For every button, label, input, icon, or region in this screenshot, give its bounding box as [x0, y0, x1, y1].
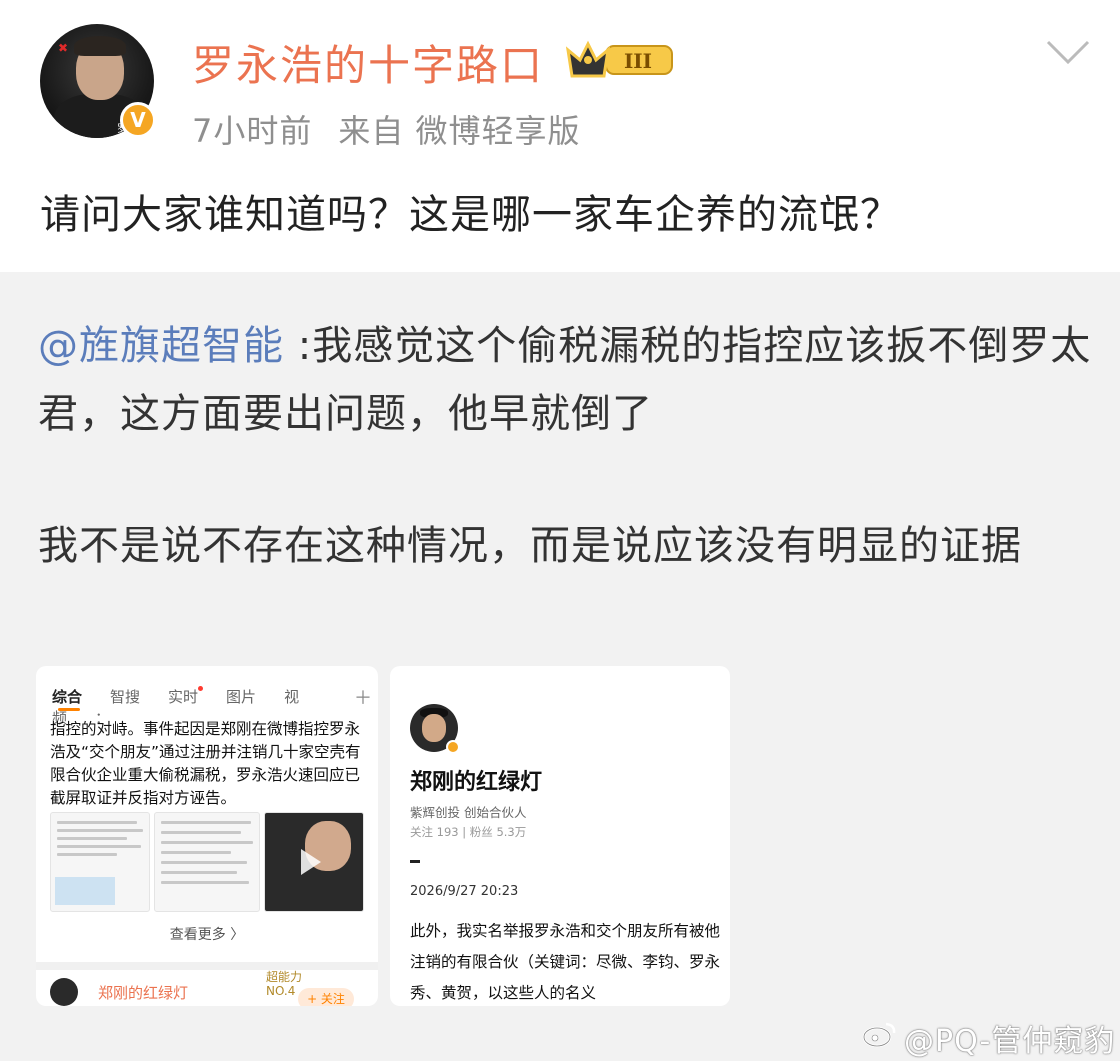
verified-badge-icon: V — [120, 102, 156, 138]
repost-section[interactable]: @旌旗超智能 :我感觉这个偷税漏税的指控应该扳不倒罗太君，这方面要出问题，他早就… — [0, 276, 1120, 1061]
tab-realtime: 实时 — [168, 688, 199, 706]
play-icon — [301, 849, 321, 875]
image-thumbnail-2[interactable]: 郑刚的红绿灯 紫辉创投 创始合伙人 关注 193 | 粉丝 5.3万 2026/… — [390, 666, 730, 1006]
post-text: 请问大家谁知道吗？这是哪一家车企养的流氓？ — [40, 192, 901, 238]
member-crown-badge-icon[interactable]: III — [566, 38, 678, 80]
post-date: 2026/9/27 20:23 — [410, 884, 519, 899]
weibo-post-card: ✖ 罗永浩的十字路口 V 罗永浩的十字路口 III 7小时前来自 微博轻享版 请… — [0, 0, 1120, 272]
bottom-author-name: 郑刚的红绿灯 — [98, 984, 189, 1002]
author-name[interactable]: 罗永浩的十字路口 — [192, 32, 544, 93]
tab-underline — [58, 708, 80, 711]
follow-button: + 关注 — [298, 988, 354, 1006]
profile-description: 紫辉创投 创始合伙人 — [410, 805, 527, 820]
post-source[interactable]: 来自 微博轻享版 — [338, 112, 580, 150]
mini-screenshot-1 — [50, 812, 150, 912]
post-time: 7小时前 — [192, 112, 313, 150]
chevron-down-icon[interactable] — [1046, 40, 1090, 64]
avatar-logo-icon: ✖ — [58, 41, 69, 55]
thumb1-text: 指控的对峙。事件起因是郑刚在微博指控罗永浩及“交个朋友”通过注册并注销几十家空壳… — [50, 720, 361, 807]
weibo-logo-icon — [862, 1022, 896, 1048]
watermark: @PQ-管仲窥豹 — [904, 1024, 1116, 1059]
plus-icon: ＋ — [354, 688, 372, 709]
verified-badge-icon — [446, 740, 460, 754]
repost-text: @旌旗超智能 :我感觉这个偷税漏税的指控应该扳不倒罗太君，这方面要出问题，他早就… — [38, 312, 1098, 448]
tab-images: 图片 — [226, 688, 257, 706]
repost-paragraph-2: 我不是说不存在这种情况，而是说应该没有明显的证据 — [38, 523, 1022, 569]
video-thumbnail — [264, 812, 364, 912]
post-meta: 7小时前 来自 微博轻享版 — [192, 106, 607, 152]
tab-comprehensive: 综合 — [52, 688, 83, 706]
bottom-avatar — [50, 978, 78, 1006]
dash-divider — [410, 860, 420, 863]
profile-stats: 关注 193 | 粉丝 5.3万 — [410, 825, 527, 839]
image-thumbnail-1[interactable]: 综合 智搜 实时 图片 视频： ＋ 指控的对峙。事件起因是郑刚在微博指控罗永浩及“交个朋… — [36, 666, 378, 1006]
avatar-hair — [74, 36, 126, 56]
level-text: III — [624, 49, 652, 73]
divider — [36, 962, 378, 970]
bottom-badge: 超能力 NO.4 — [266, 970, 303, 998]
profile-name: 郑刚的红绿灯 — [410, 770, 543, 795]
mention-link[interactable]: @旌旗超智能 — [38, 323, 284, 369]
notification-dot — [198, 686, 203, 691]
post-body: 此外，我实名举报罗永浩和交个朋友所有被他注销的有限合伙（关键词：尽微、李钧、罗永… — [410, 922, 721, 1002]
mini-screenshot-2 — [154, 812, 260, 912]
tab-smart: 智搜 — [110, 688, 141, 706]
see-more-link: 查看更多 〉 — [169, 927, 245, 943]
map-image — [55, 877, 115, 905]
